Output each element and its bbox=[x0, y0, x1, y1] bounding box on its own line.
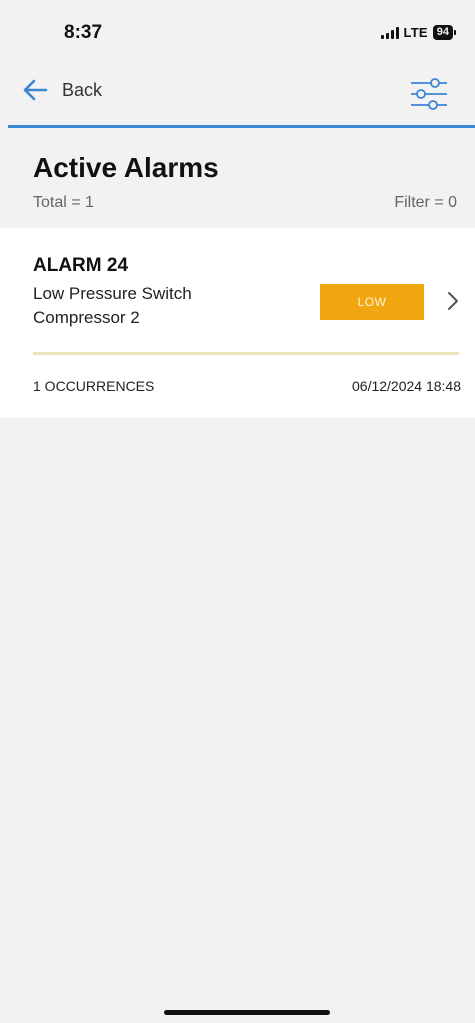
severity-badge: LOW bbox=[320, 284, 424, 320]
alarm-title: ALARM 24 bbox=[33, 255, 129, 276]
card-divider bbox=[33, 352, 459, 355]
alarms-header: Active Alarms Total = 1 Filter = 0 bbox=[0, 128, 475, 226]
page-title: Active Alarms bbox=[33, 152, 219, 183]
back-button[interactable]: Back bbox=[22, 78, 102, 102]
navigation-bar: Back bbox=[0, 64, 475, 126]
battery-level: 94 bbox=[436, 26, 449, 38]
network-type: LTE bbox=[403, 25, 428, 40]
occurrence-count: 1 OCCURRENCES bbox=[33, 378, 155, 394]
alarm-list-item[interactable]: ALARM 24 Low Pressure Switch Compressor … bbox=[0, 228, 475, 418]
status-time: 8:37 bbox=[64, 22, 103, 43]
status-bar: 8:37 LTE 94 bbox=[0, 0, 475, 64]
status-indicators: LTE 94 bbox=[380, 25, 457, 40]
filter-button[interactable] bbox=[409, 77, 449, 111]
battery-icon: 94 bbox=[432, 25, 457, 40]
back-label: Back bbox=[62, 79, 103, 100]
signal-strength-icon bbox=[380, 26, 399, 39]
chevron-right-icon[interactable] bbox=[446, 290, 460, 312]
filter-count: Filter = 0 bbox=[394, 194, 457, 211]
arrow-left-icon bbox=[23, 79, 48, 101]
total-count: Total = 1 bbox=[33, 194, 94, 211]
alarm-timestamp: 06/12/2024 18:48 bbox=[352, 378, 461, 394]
home-indicator bbox=[164, 1010, 330, 1015]
sliders-icon bbox=[411, 78, 447, 110]
alarm-description-line2: Compressor 2 bbox=[33, 308, 140, 327]
alarm-description-line1: Low Pressure Switch bbox=[33, 284, 192, 303]
